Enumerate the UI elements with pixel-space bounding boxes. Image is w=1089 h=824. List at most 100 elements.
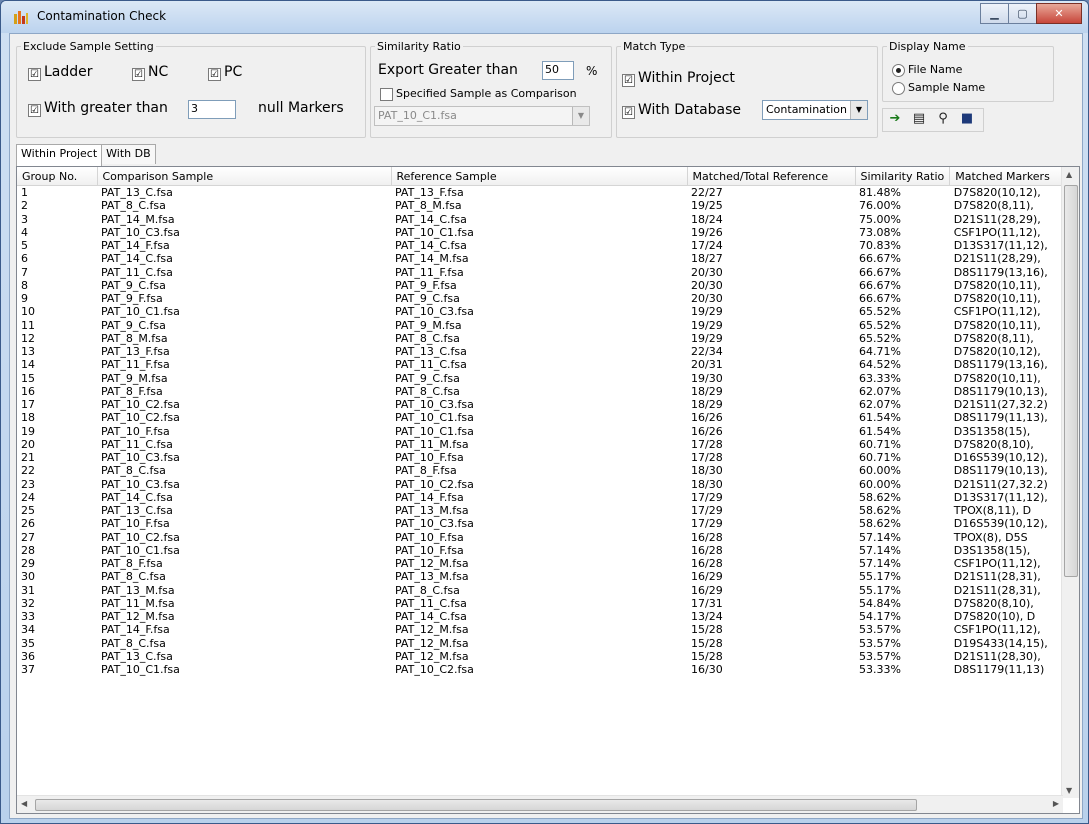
table-row[interactable]: 4 PAT_10_C3.fsa PAT_10_C1.fsa 19/26 73.08% CS… (17, 226, 1070, 239)
table-cell: 19/25 (691, 199, 723, 213)
table-cell: 18/30 (691, 464, 723, 478)
table-row[interactable]: 30 PAT_8_C.fsa PAT_13_M.fsa 16/29 55.17% D21S… (17, 570, 1070, 583)
col-header-comparison[interactable]: Comparison Sample (97, 167, 392, 186)
col-header-similarity[interactable]: Similarity Ratio (855, 167, 951, 186)
table-row[interactable]: 22 PAT_8_C.fsa PAT_8_F.fsa 18/30 60.00% D8S11… (17, 464, 1070, 477)
file-name-radio[interactable] (892, 64, 905, 77)
table-cell: PAT_8_F.fsa (101, 557, 163, 571)
with-database-checkbox[interactable]: ☑ (622, 106, 635, 119)
table-cell: PAT_11_C.fsa (395, 358, 467, 372)
comparison-sample-select[interactable]: PAT_10_C1.fsa ▼ (374, 106, 590, 126)
null-markers-input[interactable]: 3 (188, 100, 236, 119)
horizontal-scrollbar[interactable]: ◀ ▶ (17, 795, 1063, 813)
ladder-checkbox[interactable]: ☑ (28, 68, 41, 81)
table-cell: 54.17% (859, 610, 901, 624)
table-cell: 17 (21, 398, 35, 412)
table-row[interactable]: 8 PAT_9_C.fsa PAT_9_F.fsa 20/30 66.67% D7S820… (17, 279, 1070, 292)
table-row[interactable]: 26 PAT_10_F.fsa PAT_10_C3.fsa 17/29 58.62% D1… (17, 517, 1070, 530)
table-row[interactable]: 9 PAT_9_F.fsa PAT_9_C.fsa 20/30 66.67% D7S820… (17, 292, 1070, 305)
table-cell: PAT_9_M.fsa (395, 318, 462, 332)
tab-with-db[interactable]: With DB (101, 144, 156, 164)
table-row[interactable]: 28 PAT_10_C1.fsa PAT_10_F.fsa 16/28 57.14% D3… (17, 544, 1070, 557)
table-cell: PAT_9_C.fsa (101, 318, 166, 332)
table-row[interactable]: 2 PAT_8_C.fsa PAT_8_M.fsa 19/25 76.00% D7S820… (17, 199, 1070, 212)
scroll-right-icon[interactable]: ▶ (1053, 799, 1059, 808)
col-header-reference[interactable]: Reference Sample (391, 167, 688, 186)
export-icon[interactable]: ▤ (909, 109, 929, 129)
table-row[interactable]: 27 PAT_10_C2.fsa PAT_10_F.fsa 16/28 57.14% TP… (17, 531, 1070, 544)
table-cell: 19/30 (691, 371, 723, 385)
table-row[interactable]: 19 PAT_10_F.fsa PAT_10_C1.fsa 16/26 61.54% D3… (17, 425, 1070, 438)
sample-name-radio[interactable] (892, 82, 905, 95)
scroll-up-icon[interactable]: ▲ (1066, 170, 1072, 179)
scroll-down-icon[interactable]: ▼ (1066, 786, 1072, 795)
table-row[interactable]: 1 PAT_13_C.fsa PAT_13_F.fsa 22/27 81.48% D7S8… (17, 186, 1070, 200)
vertical-scrollbar[interactable]: ▲ ▼ (1061, 167, 1079, 798)
table-cell: PAT_11_C.fsa (395, 596, 467, 610)
table-cell: 63.33% (859, 371, 901, 385)
chevron-down-icon: ▼ (850, 101, 867, 119)
table-row[interactable]: 32 PAT_11_M.fsa PAT_11_C.fsa 17/31 54.84% D7S… (17, 597, 1070, 610)
database-select[interactable]: Contamination ▼ (762, 100, 868, 120)
table-cell: PAT_14_F.fsa (101, 623, 170, 637)
table-row[interactable]: 11 PAT_9_C.fsa PAT_9_M.fsa 19/29 65.52% D7S82… (17, 319, 1070, 332)
table-row[interactable]: 35 PAT_8_C.fsa PAT_12_M.fsa 15/28 53.57% D19S… (17, 637, 1070, 650)
greater-than-checkbox[interactable]: ☑ (28, 104, 41, 117)
table-row[interactable]: 24 PAT_14_C.fsa PAT_14_F.fsa 17/29 58.62% D13… (17, 491, 1070, 504)
export-ratio-input[interactable]: 50 (542, 61, 574, 80)
table-row[interactable]: 31 PAT_13_M.fsa PAT_8_C.fsa 16/29 55.17% D21S… (17, 584, 1070, 597)
table-row[interactable]: 21 PAT_10_C3.fsa PAT_10_F.fsa 17/28 60.71% D1… (17, 451, 1070, 464)
table-row[interactable]: 12 PAT_8_M.fsa PAT_8_C.fsa 19/29 65.52% D7S82… (17, 332, 1070, 345)
table-row[interactable]: 16 PAT_8_F.fsa PAT_8_C.fsa 18/29 62.07% D8S11… (17, 385, 1070, 398)
table-cell: 16/28 (691, 543, 723, 557)
title-bar[interactable]: Contamination Check ▁ ▢ ✕ (1, 1, 1088, 33)
col-header-group[interactable]: Group No. (17, 167, 98, 186)
table-row[interactable]: 23 PAT_10_C3.fsa PAT_10_C2.fsa 18/30 60.00% D… (17, 478, 1070, 491)
table-row[interactable]: 34 PAT_14_F.fsa PAT_12_M.fsa 15/28 53.57% CSF… (17, 623, 1070, 636)
table-cell: PAT_8_M.fsa (395, 199, 462, 213)
greater-than-label: With greater than (44, 100, 168, 116)
table-row[interactable]: 37 PAT_10_C1.fsa PAT_10_C2.fsa 16/30 53.33% D… (17, 663, 1070, 676)
table-row[interactable]: 36 PAT_13_C.fsa PAT_12_M.fsa 15/28 53.57% D21… (17, 650, 1070, 663)
pc-checkbox[interactable]: ☑ (208, 68, 221, 81)
scroll-left-icon[interactable]: ◀ (21, 799, 27, 808)
specified-sample-checkbox[interactable] (380, 88, 393, 101)
table-row[interactable]: 13 PAT_13_F.fsa PAT_13_C.fsa 22/34 64.71% D7S… (17, 345, 1070, 358)
ladder-label: Ladder (44, 64, 93, 80)
table-cell: PAT_9_F.fsa (395, 278, 457, 292)
table-cell: 36 (21, 649, 35, 663)
table-cell: 62.07% (859, 398, 901, 412)
table-row[interactable]: 10 PAT_10_C1.fsa PAT_10_C3.fsa 19/29 65.52% C… (17, 305, 1070, 318)
find-icon[interactable]: ⚲ (933, 109, 953, 129)
table-row[interactable]: 25 PAT_13_C.fsa PAT_13_M.fsa 17/29 58.62% TPO… (17, 504, 1070, 517)
table-row[interactable]: 33 PAT_12_M.fsa PAT_14_C.fsa 13/24 54.17% D7S… (17, 610, 1070, 623)
table-row[interactable]: 18 PAT_10_C2.fsa PAT_10_C1.fsa 16/26 61.54% D… (17, 411, 1070, 424)
save-icon[interactable]: ■ (957, 109, 977, 129)
table-row[interactable]: 29 PAT_8_F.fsa PAT_12_M.fsa 16/28 57.14% CSF1… (17, 557, 1070, 570)
table-row[interactable]: 14 PAT_11_F.fsa PAT_11_C.fsa 20/31 64.52% D8S… (17, 358, 1070, 371)
minimize-button[interactable]: ▁ (980, 3, 1009, 24)
table-row[interactable]: 7 PAT_11_C.fsa PAT_11_F.fsa 20/30 66.67% D8S1… (17, 266, 1070, 279)
close-button[interactable]: ✕ (1036, 3, 1082, 24)
add-icon[interactable]: ➔ (885, 109, 905, 129)
col-header-markers[interactable]: Matched Markers (949, 167, 1071, 186)
table-row[interactable]: 15 PAT_9_M.fsa PAT_9_C.fsa 19/30 63.33% D7S82… (17, 372, 1070, 385)
table-cell: PAT_10_C1.fsa (101, 543, 180, 557)
table-row[interactable]: 5 PAT_14_F.fsa PAT_14_C.fsa 17/24 70.83% D13S… (17, 239, 1070, 252)
table-row[interactable]: 3 PAT_14_M.fsa PAT_14_C.fsa 18/24 75.00% D21S… (17, 213, 1070, 226)
table-row[interactable]: 20 PAT_11_C.fsa PAT_11_M.fsa 17/28 60.71% D7S… (17, 438, 1070, 451)
table-cell: PAT_14_C.fsa (101, 490, 173, 504)
tab-within-project[interactable]: Within Project (16, 144, 103, 167)
maximize-button[interactable]: ▢ (1008, 3, 1037, 24)
table-cell: PAT_13_F.fsa (101, 345, 170, 359)
table-row[interactable]: 17 PAT_10_C2.fsa PAT_10_C3.fsa 18/29 62.07% D… (17, 398, 1070, 411)
col-header-matched-total[interactable]: Matched/Total Reference (687, 167, 856, 186)
table-row[interactable]: 6 PAT_14_C.fsa PAT_14_M.fsa 18/27 66.67% D21S… (17, 252, 1070, 265)
vertical-scroll-thumb[interactable] (1064, 185, 1078, 577)
table-cell: D8S1179(11,13), (953, 411, 1048, 425)
horizontal-scroll-thumb[interactable] (35, 799, 917, 811)
within-project-checkbox[interactable]: ☑ (622, 74, 635, 87)
table-cell: 1 (21, 186, 28, 200)
nc-checkbox[interactable]: ☑ (132, 68, 145, 81)
table-cell: 16 (21, 384, 35, 398)
